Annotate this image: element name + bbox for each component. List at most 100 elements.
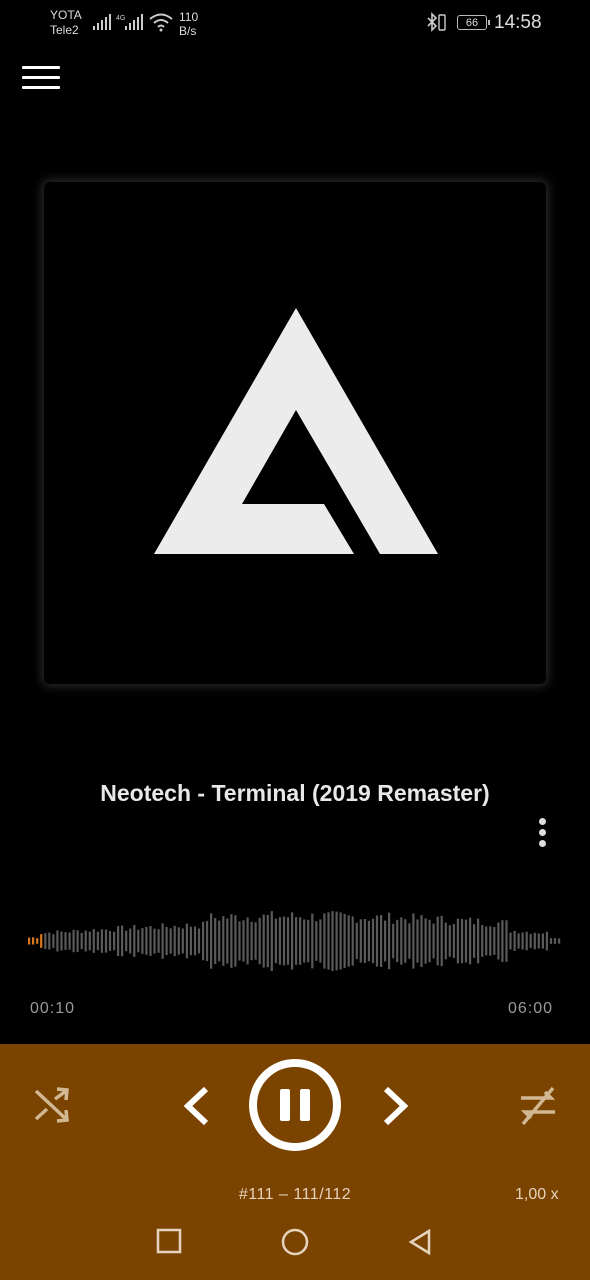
- waveform-bar: [218, 920, 221, 962]
- waveform-bar: [185, 923, 188, 959]
- waveform-bar: [181, 928, 184, 954]
- waveform-bar: [432, 923, 435, 959]
- waveform-bar: [517, 933, 520, 949]
- waveform-bar: [165, 926, 168, 956]
- waveform-bar: [149, 926, 152, 956]
- repeat-off-icon: [520, 1086, 556, 1126]
- waveform-bar: [436, 916, 439, 966]
- waveform-bar: [214, 918, 217, 964]
- waveform-bar: [177, 927, 180, 955]
- waveform-bar: [371, 918, 375, 964]
- waveform-bar: [210, 913, 213, 969]
- status-bar: YOTA Tele2 4G 110 B/s 66 14:58: [0, 0, 590, 46]
- waveform-seekbar[interactable]: [28, 905, 562, 977]
- waveform-bar: [355, 922, 358, 960]
- waveform-bar: [157, 929, 160, 953]
- recent-apps-button[interactable]: [156, 1228, 182, 1254]
- waveform-bar: [141, 928, 144, 954]
- waveform-bar: [363, 919, 366, 963]
- waveform-bar: [303, 919, 306, 963]
- waveform-bar: [125, 930, 128, 952]
- waveform-bar: [234, 915, 237, 967]
- waveform-bar: [80, 932, 83, 950]
- repeat-button[interactable]: [517, 1084, 559, 1128]
- carrier-labels: YOTA Tele2: [50, 8, 82, 38]
- waveform-bar: [133, 925, 136, 957]
- waveform-bar: [440, 915, 443, 967]
- waveform-bar: [250, 921, 253, 961]
- waveform-bar: [388, 912, 391, 970]
- waveform-bar: [72, 929, 75, 953]
- waveform-bar: [545, 931, 548, 951]
- waveform-bar: [469, 917, 472, 965]
- home-button[interactable]: [281, 1228, 309, 1256]
- waveform-bar: [238, 921, 241, 961]
- waveform-bar: [319, 919, 322, 963]
- waveform-bar: [396, 919, 399, 963]
- waveform-bar: [359, 919, 362, 963]
- waveform-bar: [327, 912, 330, 970]
- waveform-bar: [485, 926, 488, 956]
- waveform-bar: [96, 931, 99, 951]
- waveform-bar: [84, 930, 87, 952]
- waveform-bar: [173, 925, 176, 957]
- waveform-bar: [513, 931, 516, 951]
- waveform-bar: [44, 933, 47, 949]
- playback-speed[interactable]: 1,00 x: [515, 1186, 559, 1204]
- previous-button[interactable]: [182, 1085, 212, 1127]
- waveform-bar: [448, 925, 451, 957]
- waveform-bar: [278, 917, 281, 965]
- waveform-bar: [375, 915, 379, 967]
- more-vertical-icon: [538, 818, 546, 825]
- waveform-bar: [117, 926, 120, 956]
- waveform-bar: [108, 931, 112, 951]
- waveform-bar: [477, 918, 480, 964]
- waveform-bar: [258, 917, 261, 965]
- waveform-bar: [553, 938, 557, 944]
- waveform-bar: [88, 931, 91, 951]
- waveform-bar: [40, 934, 43, 948]
- waveform-bar: [145, 927, 148, 955]
- waveform-bar: [444, 922, 447, 960]
- waveform-bar: [36, 938, 39, 944]
- waveform-bar: [189, 926, 192, 956]
- shuffle-button[interactable]: [33, 1085, 71, 1125]
- waveform-bar: [193, 926, 197, 956]
- waveform-bar: [129, 928, 132, 954]
- waveform-bar: [343, 914, 346, 969]
- next-button[interactable]: [380, 1085, 410, 1127]
- menu-button[interactable]: [22, 66, 60, 94]
- waveform-bar: [460, 919, 464, 964]
- waveform-bar: [311, 913, 314, 969]
- waveform-bar: [56, 930, 59, 952]
- hamburger-menu-icon: [22, 66, 60, 69]
- waveform-bar: [266, 914, 269, 968]
- waveform-bar: [202, 921, 205, 961]
- square-icon: [156, 1228, 182, 1254]
- waveform-bar: [68, 932, 71, 950]
- waveform-bar: [473, 924, 476, 958]
- waveform-bar: [521, 932, 524, 950]
- pause-button[interactable]: [249, 1059, 341, 1151]
- back-button[interactable]: [407, 1228, 433, 1256]
- waveform-bar: [331, 911, 334, 971]
- waveform-bar: [222, 916, 225, 966]
- waveform-bar: [113, 931, 116, 951]
- waveform-bar: [412, 913, 415, 969]
- more-options-button[interactable]: [530, 818, 554, 854]
- triangle-back-icon: [408, 1228, 431, 1256]
- aimp-logo-icon: [154, 308, 438, 554]
- network-speed: 110 B/s: [179, 10, 199, 38]
- waveform-bar: [161, 923, 164, 959]
- carrier-2: Tele2: [50, 23, 79, 37]
- waveform-bar: [286, 917, 290, 965]
- waveform-bar: [392, 923, 395, 959]
- waveform-bar: [408, 923, 411, 959]
- waveform-bar: [100, 929, 103, 953]
- waveform-bar: [197, 928, 201, 954]
- waveform-bar: [307, 919, 310, 963]
- waveform-bar: [60, 931, 63, 951]
- waveform-bar: [92, 929, 95, 953]
- waveform-bar: [380, 915, 383, 967]
- waveform-bar: [505, 920, 508, 962]
